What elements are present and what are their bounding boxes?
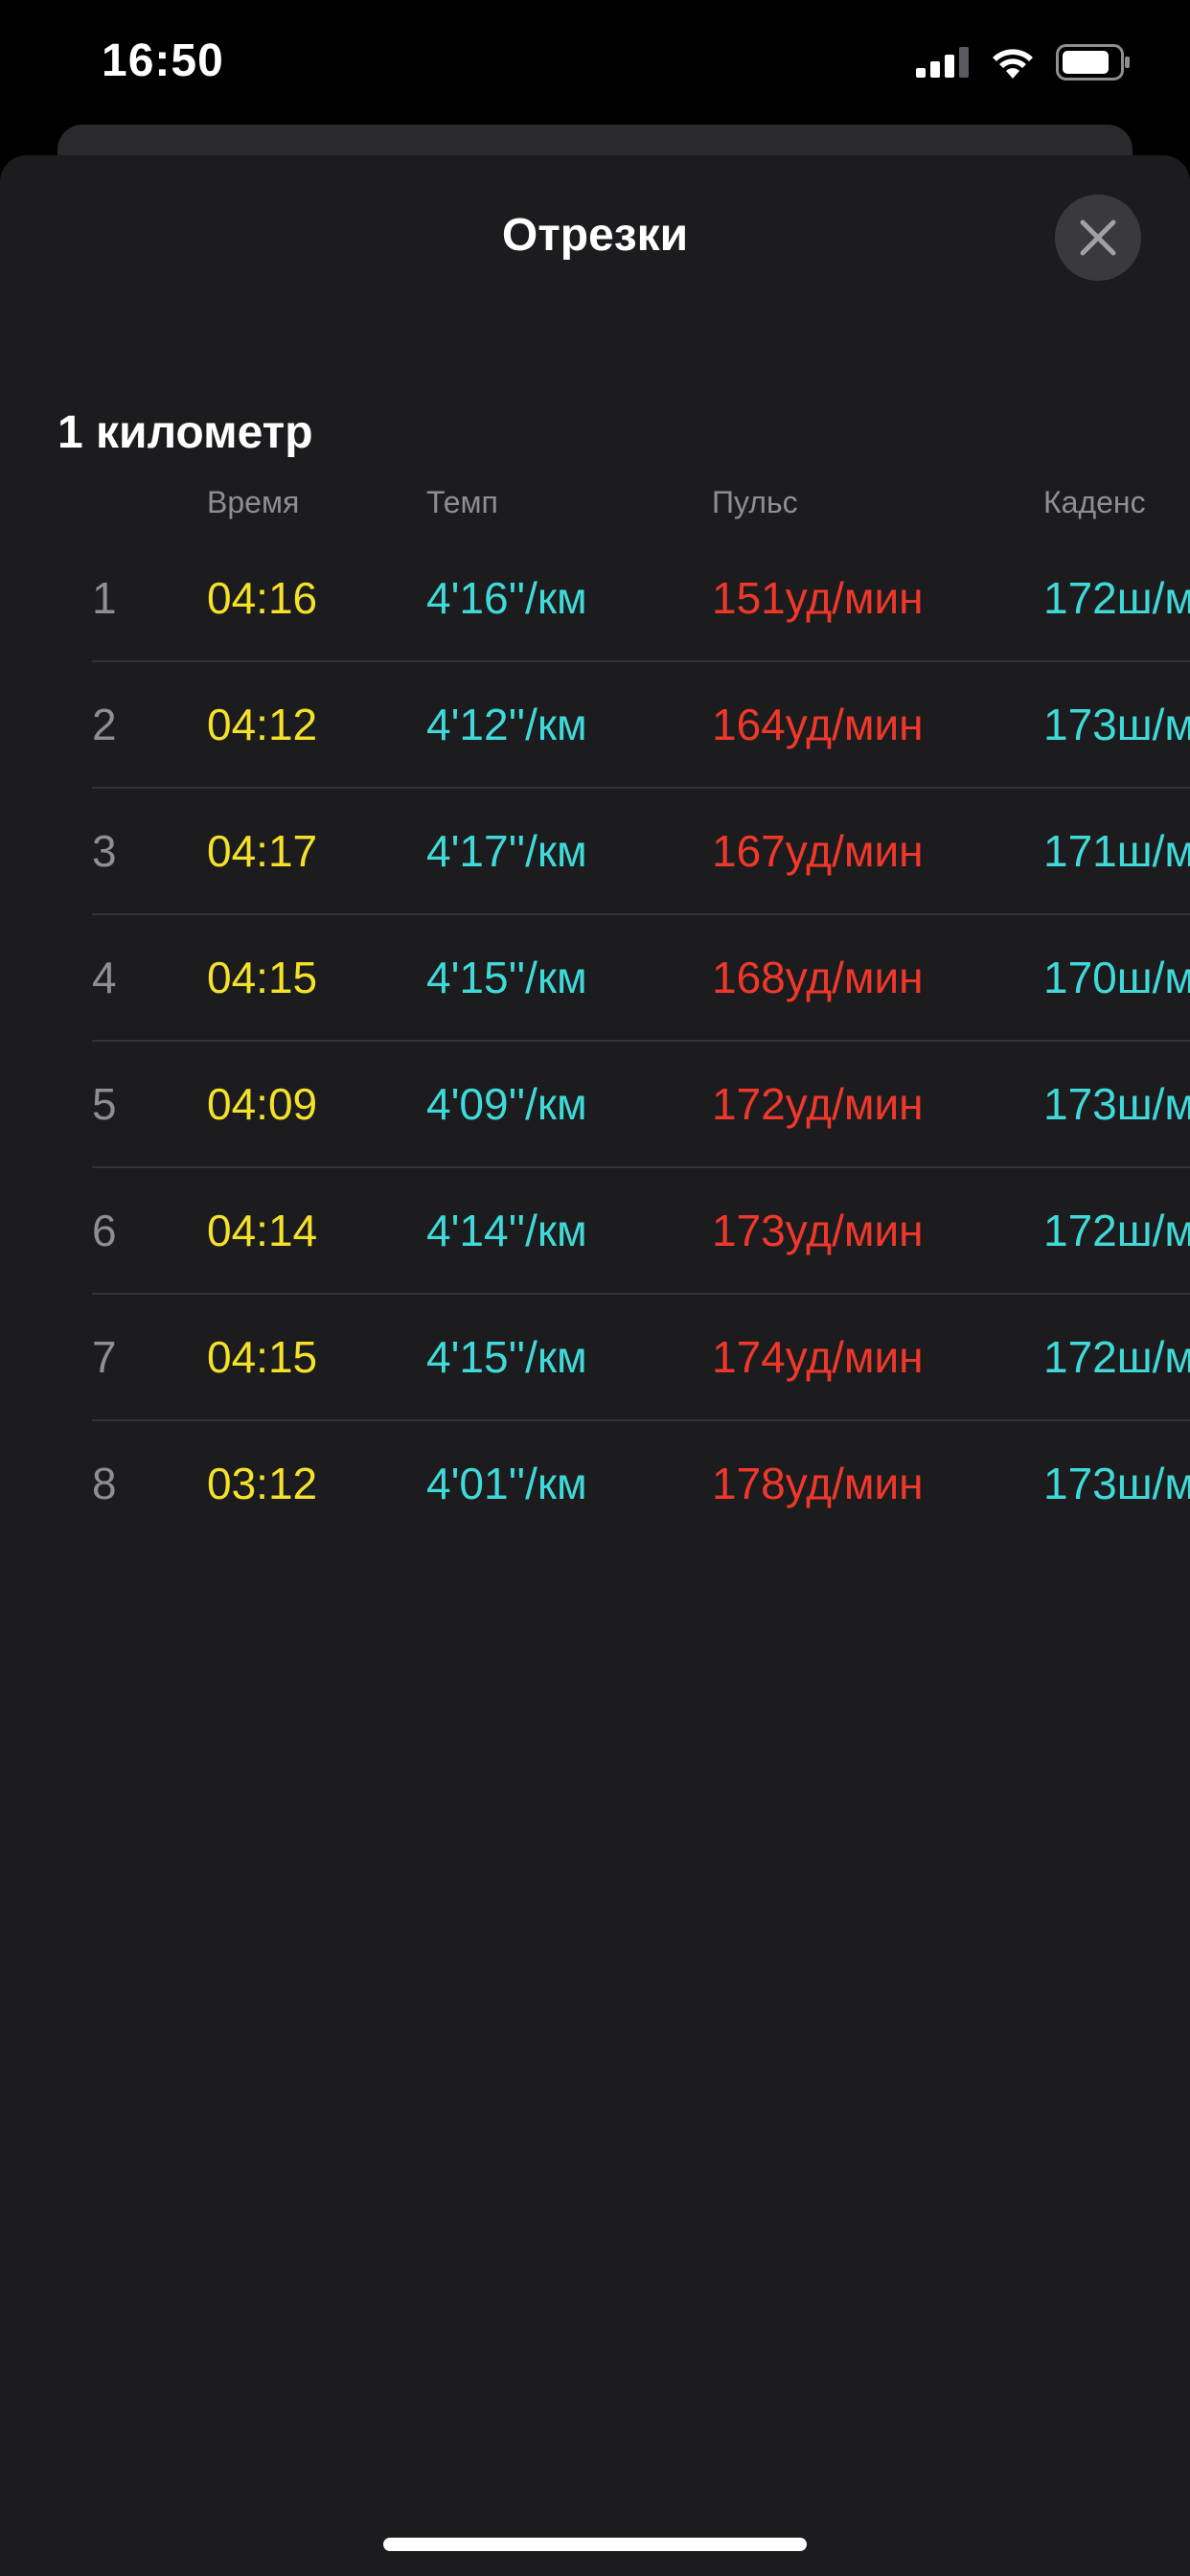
row-pace: 4'17''/км (426, 826, 587, 876)
row-pace: 4'01''/км (426, 1459, 587, 1508)
row-time: 04:15 (207, 953, 318, 1002)
row-cadence: 172ш/м (1043, 1206, 1190, 1255)
row-time: 04:15 (207, 1332, 318, 1382)
status-time: 16:50 (102, 35, 224, 86)
column-header-cadence: Каденс (1043, 485, 1146, 519)
row-time: 03:12 (207, 1459, 318, 1508)
wifi-icon (993, 49, 1033, 79)
row-index: 3 (92, 826, 117, 876)
row-time: 04:12 (207, 700, 318, 749)
row-heart-rate: 174уд/мин (712, 1332, 924, 1382)
row-pace: 4'14''/км (426, 1206, 587, 1255)
close-icon (1080, 219, 1116, 256)
row-pace: 4'12''/км (426, 700, 587, 749)
row-heart-rate: 168уд/мин (712, 953, 924, 1002)
row-time: 04:14 (207, 1206, 318, 1255)
row-time: 04:17 (207, 826, 318, 876)
row-cadence: 172ш/м (1043, 573, 1190, 623)
row-heart-rate: 151уд/мин (712, 573, 924, 623)
row-cadence: 172ш/м (1043, 1332, 1190, 1382)
table-row: 7 04:15 4'15''/км 174уд/мин 172ш/м (0, 1295, 1190, 1421)
row-heart-rate: 178уд/мин (712, 1459, 924, 1508)
table-row: 3 04:17 4'17''/км 167уд/мин 171ш/м (0, 789, 1190, 915)
close-button[interactable] (1055, 195, 1141, 281)
status-bar: 16:50 (0, 0, 1190, 144)
row-index: 4 (92, 953, 117, 1002)
splits-sheet: Отрезки 1 километр Время Темп Пульс Каде… (0, 155, 1190, 2576)
row-cadence: 173ш/м (1043, 1079, 1190, 1129)
row-index: 6 (92, 1206, 117, 1255)
row-pace: 4'16''/км (426, 573, 587, 623)
row-cadence: 173ш/м (1043, 1459, 1190, 1508)
table-row: 8 03:12 4'01''/км 178уд/мин 173ш/м (0, 1421, 1190, 1548)
table-row: 5 04:09 4'09''/км 172уд/мин 173ш/м (0, 1042, 1190, 1168)
row-index: 8 (92, 1459, 117, 1508)
row-index: 7 (92, 1332, 117, 1382)
row-time: 04:09 (207, 1079, 318, 1129)
row-time: 04:16 (207, 573, 318, 623)
row-pace: 4'15''/км (426, 953, 587, 1002)
section-title: 1 километр (57, 407, 313, 458)
row-pace: 4'15''/км (426, 1332, 587, 1382)
column-header-time: Время (207, 485, 300, 519)
column-header-pace: Темп (426, 485, 498, 519)
status-icons (916, 44, 1131, 80)
table-row: 1 04:16 4'16''/км 151уд/мин 172ш/м (0, 536, 1190, 662)
home-indicator[interactable] (383, 2538, 807, 2551)
row-heart-rate: 172уд/мин (712, 1079, 924, 1129)
sheet-title: Отрезки (501, 210, 689, 261)
row-heart-rate: 167уд/мин (712, 826, 924, 876)
table-row: 4 04:15 4'15''/км 168уд/мин 170ш/м (0, 915, 1190, 1042)
row-heart-rate: 173уд/мин (712, 1206, 924, 1255)
table-row: 6 04:14 4'14''/км 173уд/мин 172ш/м (0, 1168, 1190, 1295)
row-heart-rate: 164уд/мин (712, 700, 924, 749)
row-index: 1 (92, 573, 117, 623)
row-cadence: 170ш/м (1043, 953, 1190, 1002)
battery-icon (1056, 44, 1130, 80)
table-row: 2 04:12 4'12''/км 164уд/мин 173ш/м (0, 662, 1190, 789)
cellular-signal-icon (916, 47, 969, 78)
row-index: 5 (92, 1079, 117, 1129)
row-index: 2 (92, 700, 117, 749)
row-cadence: 173ш/м (1043, 700, 1190, 749)
column-header-heart-rate: Пульс (712, 485, 798, 519)
row-cadence: 171ш/м (1043, 826, 1190, 876)
row-pace: 4'09''/км (426, 1079, 587, 1129)
